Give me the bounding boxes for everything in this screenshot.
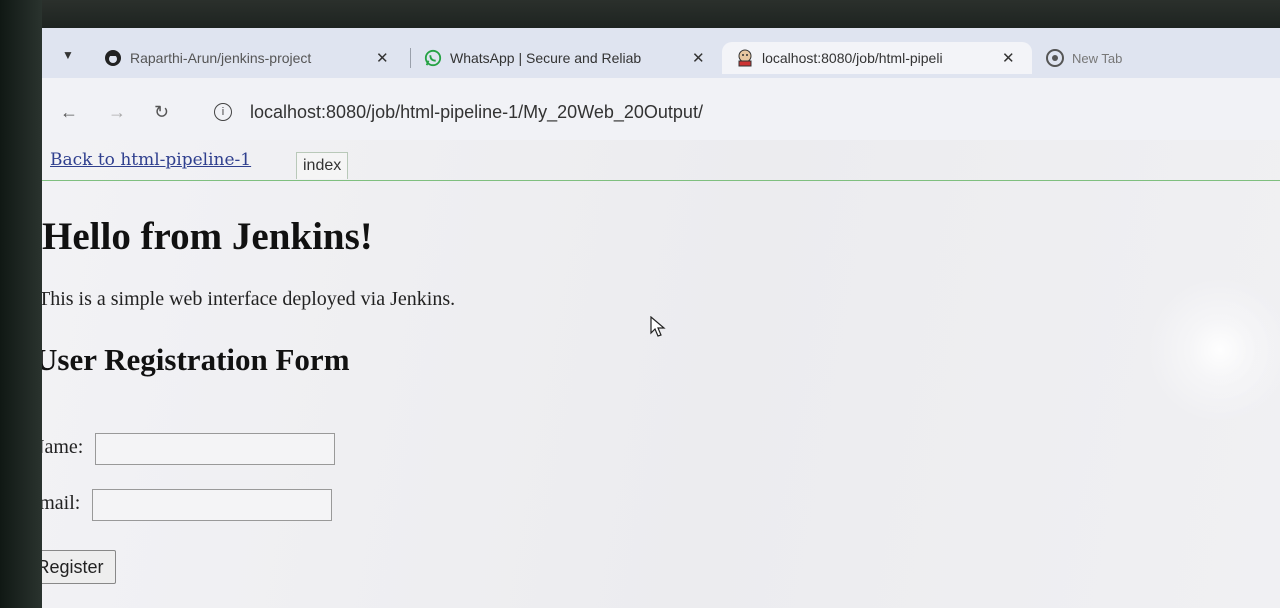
- screen-glare: [1120, 280, 1280, 420]
- tab-title: Raparthi-Arun/jenkins-project: [130, 50, 312, 66]
- tab-title: localhost:8080/job/html-pipeli: [762, 50, 943, 66]
- tab-divider: [410, 48, 411, 68]
- tab-index[interactable]: index: [296, 152, 349, 179]
- reload-icon[interactable]: ↻: [154, 102, 169, 123]
- tab-new-tab[interactable]: New Tab: [1046, 42, 1196, 74]
- browser-window: ▼ Raparthi-Arun/jenkins-project ✕ WhatsA…: [42, 28, 1280, 608]
- github-icon: [104, 49, 122, 67]
- email-label: Email:: [42, 492, 81, 514]
- tab-title: WhatsApp | Secure and Reliab: [450, 50, 642, 66]
- tab-jenkins-output[interactable]: localhost:8080/job/html-pipeli ✕: [722, 42, 1032, 74]
- intro-text: This is a simple web interface deployed …: [42, 288, 456, 310]
- tab-title: New Tab: [1072, 50, 1123, 66]
- info-icon[interactable]: i: [214, 103, 232, 121]
- address-bar[interactable]: i localhost:8080/job/html-pipeline-1/My_…: [202, 94, 1262, 130]
- mouse-cursor-icon: [650, 316, 666, 337]
- address-url[interactable]: localhost:8080/job/html-pipeline-1/My_20…: [250, 102, 703, 123]
- back-arrow-icon[interactable]: ←: [60, 102, 78, 123]
- browser-toolbar: ← → ↻ i localhost:8080/job/html-pipeline…: [42, 78, 1280, 140]
- breadcrumb: Back to html-pipeline-1 index: [42, 148, 1280, 181]
- tab-search-chevron-icon[interactable]: ▼: [62, 48, 74, 62]
- close-icon[interactable]: ✕: [692, 49, 705, 67]
- back-to-pipeline-link[interactable]: Back to html-pipeline-1: [50, 150, 251, 170]
- tab-github-repo[interactable]: Raparthi-Arun/jenkins-project ✕: [104, 42, 404, 74]
- close-icon[interactable]: ✕: [376, 49, 389, 67]
- form-title: User Registration Form: [42, 342, 350, 377]
- email-field[interactable]: [92, 489, 332, 521]
- register-button[interactable]: Register: [42, 550, 116, 584]
- monitor-bezel-top: [0, 0, 1280, 30]
- jenkins-icon: [736, 49, 754, 67]
- name-field[interactable]: [95, 433, 335, 465]
- tab-whatsapp[interactable]: WhatsApp | Secure and Reliab ✕: [424, 42, 705, 74]
- monitor-bezel-left: [0, 0, 42, 608]
- name-label: Name:: [42, 436, 84, 458]
- page-content: Back to html-pipeline-1 index Hello from…: [42, 140, 1280, 608]
- close-icon[interactable]: ✕: [1002, 49, 1015, 67]
- forward-arrow-icon[interactable]: →: [108, 102, 126, 123]
- page-title: Hello from Jenkins!: [42, 215, 373, 258]
- chrome-icon: [1046, 49, 1064, 67]
- tab-strip: ▼ Raparthi-Arun/jenkins-project ✕ WhatsA…: [42, 28, 1280, 78]
- whatsapp-icon: [424, 49, 442, 67]
